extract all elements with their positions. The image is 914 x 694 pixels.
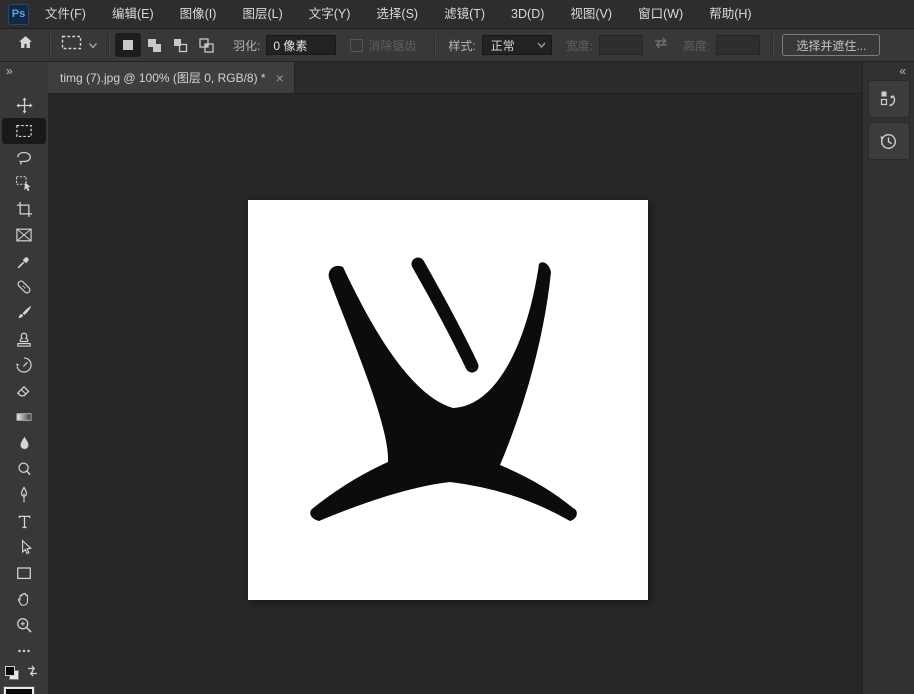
width-input[interactable] <box>599 35 643 55</box>
pasteboard[interactable] <box>48 94 862 694</box>
dodge-tool[interactable] <box>2 456 46 482</box>
tool-options-bar: 羽化: 消除锯齿 样式: 正常 宽度: 高度: 选择并遮住... <box>0 29 914 62</box>
type-tool[interactable] <box>2 508 46 534</box>
options-separator <box>772 33 773 57</box>
dock-collapse-icon[interactable]: « <box>899 64 905 78</box>
tools-panel-expand-icon[interactable]: » <box>6 64 12 78</box>
options-separator <box>434 33 435 57</box>
home-icon[interactable] <box>16 33 35 57</box>
document-canvas[interactable] <box>248 200 648 600</box>
height-input[interactable] <box>716 35 760 55</box>
feather-input[interactable] <box>266 35 336 55</box>
menu-layer[interactable]: 图层(L) <box>229 0 295 28</box>
menu-view[interactable]: 视图(V) <box>557 0 625 28</box>
eyedropper-tool[interactable] <box>2 248 46 274</box>
gradient-tool[interactable] <box>2 404 46 430</box>
intersect-selection-mode-button[interactable] <box>193 33 219 57</box>
frame-tool[interactable] <box>2 222 46 248</box>
tool-preset-marquee-icon[interactable] <box>60 34 84 57</box>
menu-file[interactable]: 文件(F) <box>32 0 99 28</box>
menu-image[interactable]: 图像(I) <box>167 0 230 28</box>
menu-filter[interactable]: 滤镜(T) <box>431 0 498 28</box>
crop-tool[interactable] <box>2 196 46 222</box>
eraser-tool[interactable] <box>2 378 46 404</box>
feather-label: 羽化: <box>233 37 260 54</box>
blur-tool[interactable] <box>2 430 46 456</box>
style-label: 样式: <box>448 37 475 54</box>
default-colors-icon[interactable] <box>5 666 19 680</box>
panel-button-squares-curved-arrow-icon[interactable] <box>868 80 910 118</box>
zoom-tool[interactable] <box>2 612 46 638</box>
tab-close-icon[interactable]: × <box>276 71 284 85</box>
photoshop-logo-icon: Ps <box>8 4 29 25</box>
move-tool[interactable] <box>2 92 46 118</box>
hand-tool[interactable] <box>2 586 46 612</box>
width-label: 宽度: <box>566 37 593 54</box>
menu-window[interactable]: 窗口(W) <box>625 0 696 28</box>
photoshop-window: Ps 文件(F) 编辑(E) 图像(I) 图层(L) 文字(Y) 选择(S) 滤… <box>0 0 914 694</box>
menu-select[interactable]: 选择(S) <box>363 0 431 28</box>
path-selection-tool[interactable] <box>2 534 46 560</box>
document-tab-bar: timg (7).jpg @ 100% (图层 0, RGB/8) * × <box>48 62 862 94</box>
document-tab[interactable]: timg (7).jpg @ 100% (图层 0, RGB/8) * × <box>48 62 295 93</box>
clone-stamp-tool[interactable] <box>2 326 46 352</box>
rectangular-marquee-tool[interactable] <box>2 118 46 144</box>
canvas-artwork-abstract-shape <box>248 200 648 600</box>
menu-edit[interactable]: 编辑(E) <box>99 0 167 28</box>
edit-toolbar-ellipsis-icon[interactable] <box>2 638 46 664</box>
document-tab-title: timg (7).jpg @ 100% (图层 0, RGB/8) * <box>60 69 266 86</box>
select-and-mask-button[interactable]: 选择并遮住... <box>782 34 880 56</box>
swap-width-height-icon[interactable] <box>653 36 669 55</box>
menu-help[interactable]: 帮助(H) <box>696 0 764 28</box>
rectangle-shape-tool[interactable] <box>2 560 46 586</box>
pen-tool[interactable] <box>2 482 46 508</box>
options-separator <box>49 33 50 57</box>
height-label: 高度: <box>683 37 710 54</box>
chevron-down-icon <box>537 42 546 48</box>
new-selection-mode-button[interactable] <box>115 33 141 57</box>
document-workspace: timg (7).jpg @ 100% (图层 0, RGB/8) * × <box>48 62 862 694</box>
options-separator <box>108 33 109 57</box>
anti-alias-label: 消除锯齿 <box>368 37 416 54</box>
subtract-from-selection-mode-button[interactable] <box>167 33 193 57</box>
style-select-value: 正常 <box>491 37 515 54</box>
history-panel-clock-icon[interactable] <box>868 122 910 160</box>
lasso-tool[interactable] <box>2 144 46 170</box>
chevron-down-icon[interactable] <box>88 36 98 54</box>
object-selection-tool[interactable] <box>2 170 46 196</box>
menu-type[interactable]: 文字(Y) <box>296 0 364 28</box>
tools-panel: » <box>0 62 48 694</box>
history-brush-tool[interactable] <box>2 352 46 378</box>
style-select[interactable]: 正常 <box>482 35 552 55</box>
swap-colors-icon[interactable] <box>26 664 39 682</box>
menu-3d[interactable]: 3D(D) <box>498 0 557 28</box>
add-to-selection-mode-button[interactable] <box>141 33 167 57</box>
panel-dock: « <box>862 62 914 694</box>
tools-list <box>0 92 48 664</box>
anti-alias-checkbox[interactable] <box>350 39 363 52</box>
foreground-color-swatch[interactable] <box>4 687 34 694</box>
menu-bar: Ps 文件(F) 编辑(E) 图像(I) 图层(L) 文字(Y) 选择(S) 滤… <box>0 0 914 29</box>
color-controls <box>4 664 46 694</box>
spot-healing-brush-tool[interactable] <box>2 274 46 300</box>
brush-tool[interactable] <box>2 300 46 326</box>
main-area: » <box>0 62 914 694</box>
